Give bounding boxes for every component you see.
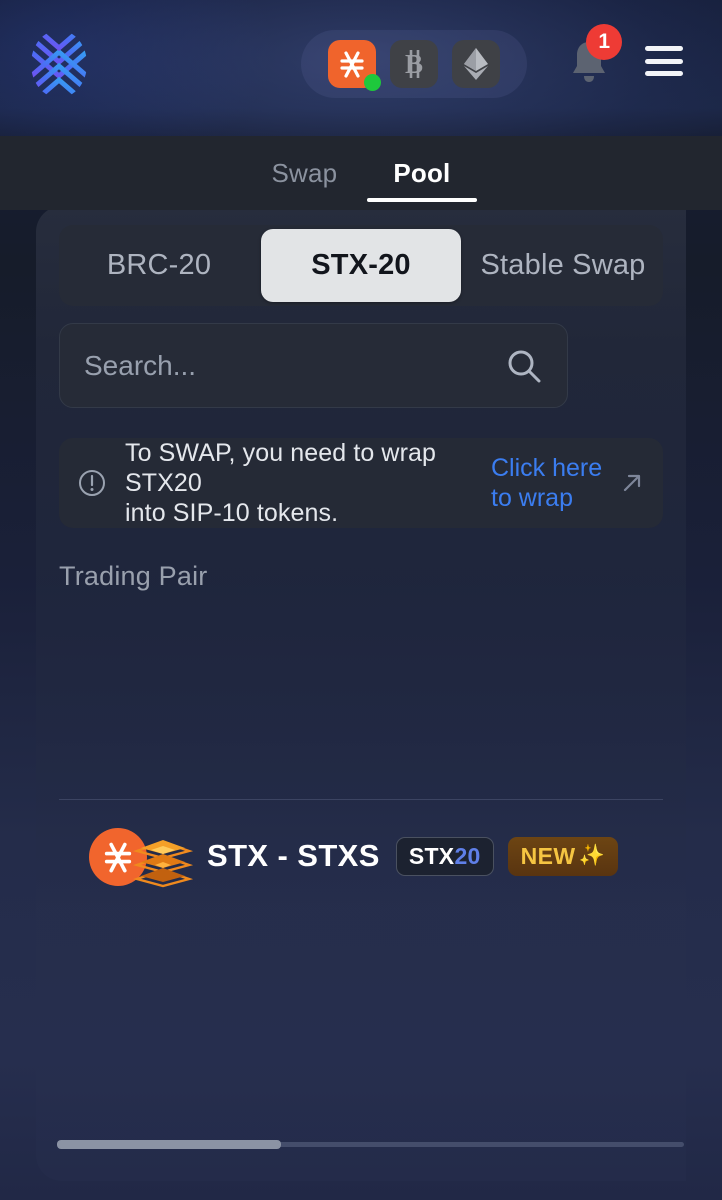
segment-stable-swap[interactable]: Stable Swap (463, 225, 663, 306)
menu-bar-2 (645, 58, 683, 64)
chain-icon-stx[interactable] (328, 40, 381, 91)
banner-message: To SWAP, you need to wrap STX20 into SIP… (125, 438, 487, 528)
chain-icon-eth[interactable] (452, 40, 500, 88)
segment-brc-20-label: BRC-20 (106, 249, 212, 281)
app-logo[interactable] (28, 28, 90, 100)
segment-brc-20[interactable]: BRC-20 (59, 225, 259, 306)
segment-stable-swap-label: Stable Swap (480, 249, 646, 281)
wrap-link-line1: Click here (491, 454, 603, 482)
search-field[interactable] (59, 323, 568, 408)
chain-icon-btc[interactable]: B (390, 40, 438, 88)
tab-swap[interactable]: Swap (244, 136, 366, 210)
wrap-info-banner: To SWAP, you need to wrap STX20 into SIP… (59, 438, 663, 528)
app-screen: B 1 Swap Pool BRC-20 STX-20 Stable Swap … (0, 0, 722, 1200)
tab-pool-label: Pool (393, 157, 451, 188)
horizontal-scrollbar-thumb[interactable] (57, 1140, 281, 1149)
external-link-icon (623, 474, 641, 492)
wrap-link-line2: to wrap (491, 484, 573, 512)
column-header-trading-pair: Trading Pair (59, 561, 208, 591)
app-header: B 1 (0, 0, 722, 128)
standard-tag: STX20 (395, 836, 494, 876)
standard-tag-suffix: 20 (454, 842, 481, 869)
search-input[interactable] (84, 349, 505, 382)
table-row[interactable]: STX - STXS STX20 NEW ✨ (89, 826, 619, 888)
notifications-button[interactable]: 1 (566, 24, 622, 90)
pool-card: BRC-20 STX-20 Stable Swap Search... To S… (36, 206, 686, 1181)
menu-bar-3 (645, 71, 683, 76)
pair-token-icons (89, 826, 197, 888)
banner-message-line1: To SWAP, you need to wrap STX20 (125, 439, 437, 497)
info-icon (79, 470, 105, 496)
segment-stx-20-label: STX-20 (311, 249, 411, 281)
token-icon-stxs (132, 840, 194, 888)
tab-pool[interactable]: Pool (365, 136, 478, 210)
notification-badge: 1 (586, 24, 622, 60)
segment-stx-20[interactable]: STX-20 (261, 229, 461, 302)
wrap-link[interactable]: Click here to wrap (491, 453, 611, 513)
token-standard-segmented-control: BRC-20 STX-20 Stable Swap (59, 225, 663, 306)
chain-active-indicator (364, 74, 381, 91)
new-badge-label: NEW (520, 842, 576, 869)
horizontal-scrollbar-track[interactable] (57, 1140, 684, 1149)
banner-message-line2: into SIP-10 tokens. (125, 499, 339, 527)
search-icon (508, 350, 541, 382)
standard-tag-prefix: STX (408, 842, 455, 869)
menu-icon[interactable] (645, 46, 683, 76)
menu-bar-1 (645, 46, 683, 51)
svg-text:B: B (405, 49, 423, 79)
sparkle-icon: ✨ (578, 844, 606, 867)
list-divider (59, 799, 663, 800)
tab-swap-label: Swap (271, 157, 338, 188)
chain-switcher[interactable]: B (301, 30, 527, 98)
new-badge: NEW ✨ (507, 836, 619, 876)
main-tabs: Swap Pool (0, 136, 722, 210)
pair-name: STX - STXS (207, 838, 380, 873)
